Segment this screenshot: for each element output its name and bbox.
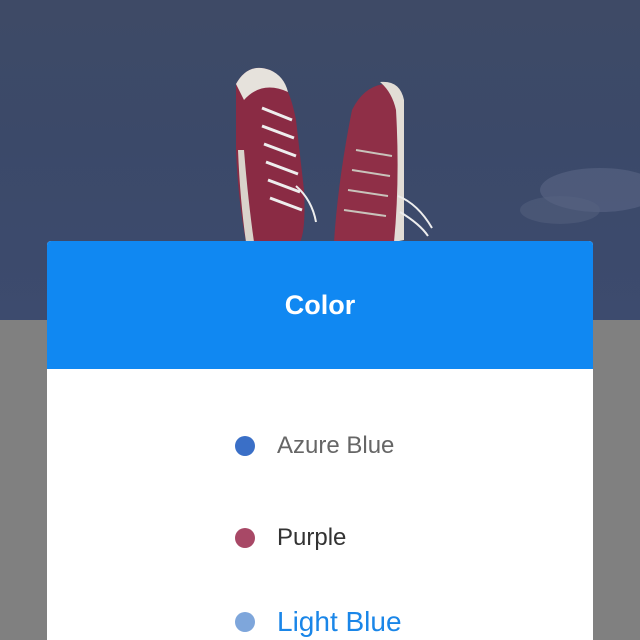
screen: Color Azure Blue Purple Light Blue <box>0 0 640 640</box>
color-option-azure-blue[interactable]: Azure Blue <box>235 426 394 466</box>
option-label: Light Blue <box>277 606 402 637</box>
color-swatch-dot-icon <box>235 528 255 548</box>
color-option-purple[interactable]: Purple <box>235 518 346 558</box>
color-dialog: Color Azure Blue Purple Light Blue <box>47 241 593 640</box>
dialog-header: Color <box>47 241 593 369</box>
color-swatch-dot-icon <box>235 612 255 632</box>
right-sneaker <box>334 81 433 243</box>
dialog-title: Color <box>284 289 356 320</box>
option-label: Purple <box>277 524 347 551</box>
color-option-light-blue[interactable]: Light Blue <box>235 602 402 640</box>
left-sneaker <box>236 67 317 242</box>
option-label: Azure Blue <box>277 432 395 459</box>
color-swatch-dot-icon <box>235 436 255 456</box>
